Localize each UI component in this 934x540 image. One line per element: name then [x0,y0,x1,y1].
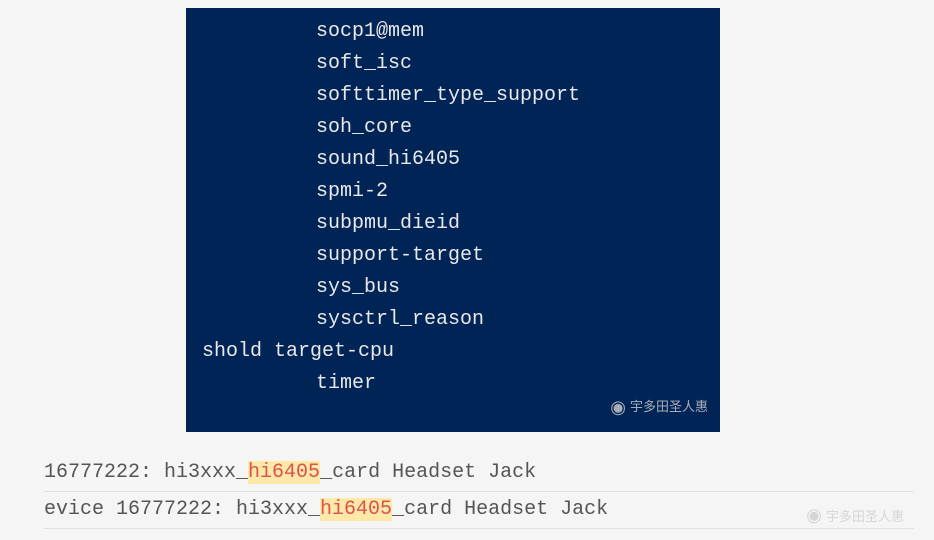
log-output: 16777222: hi3xxx_hi6405_card Headset Jac… [44,455,914,529]
terminal-line: soft_isc [186,48,720,80]
log-prefix: evice 16777222: hi3xxx_ [44,498,320,521]
weibo-watermark: ◉ 宇多田圣人惠 [610,393,708,422]
terminal-line: sys_bus [186,272,720,304]
terminal-line: sysctrl_reason [186,304,720,336]
terminal-line: softtimer_type_support [186,80,720,112]
log-suffix: _card Headset Jack [392,498,608,521]
terminal-line: shold target-cpu [186,336,720,368]
weibo-icon: ◉ [806,505,822,526]
terminal-line: sound_hi6405 [186,144,720,176]
weibo-username-bottom: 宇多田圣人惠 [826,506,904,525]
log-highlight: hi6405 [320,498,392,521]
weibo-icon: ◉ [610,393,626,422]
terminal-line: support-target [186,240,720,272]
terminal-line: socp1@mem [186,16,720,48]
weibo-username: 宇多田圣人惠 [630,397,708,418]
terminal-window: socp1@memsoft_iscsofttimer_type_supports… [186,8,720,432]
weibo-watermark-bottom: ◉ 宇多田圣人惠 [806,505,904,526]
log-line: evice 16777222: hi3xxx_hi6405_card Heads… [44,492,914,529]
log-suffix: _card Headset Jack [320,461,536,484]
log-line: 16777222: hi3xxx_hi6405_card Headset Jac… [44,455,914,492]
log-highlight: hi6405 [248,461,320,484]
terminal-line: subpmu_dieid [186,208,720,240]
terminal-line: spmi-2 [186,176,720,208]
log-prefix: 16777222: hi3xxx_ [44,461,248,484]
terminal-line: soh_core [186,112,720,144]
